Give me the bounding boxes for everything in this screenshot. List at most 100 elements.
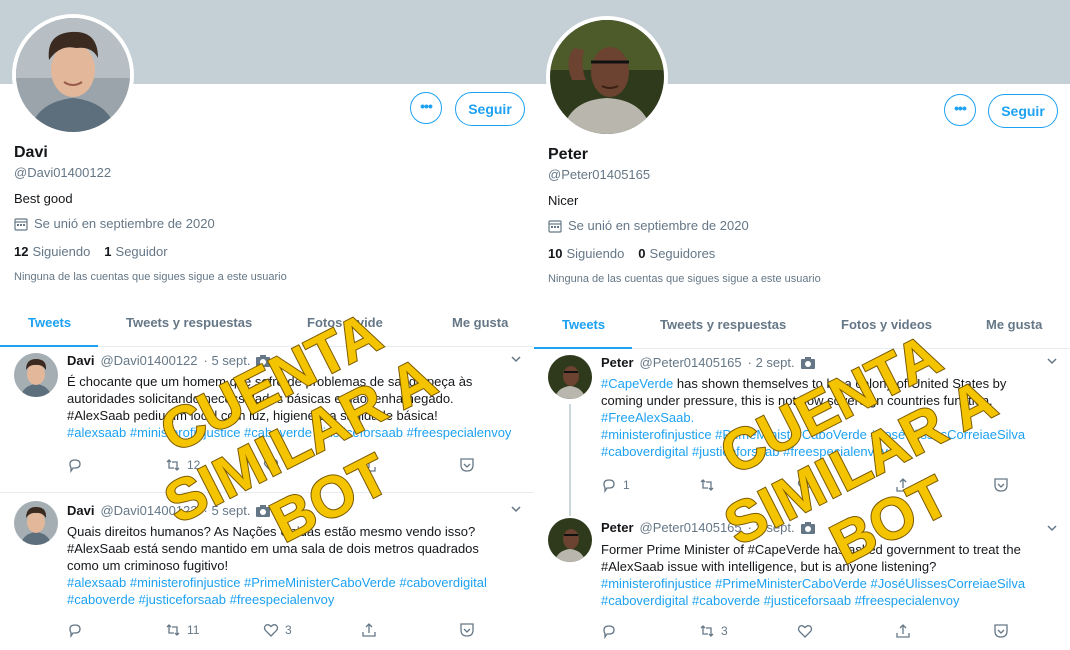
tweet-hashtags[interactable]: #caboverde #justiceforsaab #freespeciale… <box>67 591 527 608</box>
tweet-hashtags[interactable]: #alexsaab #ministerofinjustice #caboverd… <box>67 424 527 441</box>
reply-icon <box>69 459 81 473</box>
tweet[interactable]: Peter @Peter01405165 · 2 sept. Former Pr… <box>534 512 1070 650</box>
tab-tweets-and-replies[interactable]: Tweets y respuestas <box>660 302 786 348</box>
tab-likes[interactable]: Me gusta <box>452 300 508 346</box>
tweet-actions: 1 <box>601 477 1070 493</box>
tweet-hashtags[interactable]: #ministerofinjustice #PrimeMinisterCaboV… <box>601 426 1061 443</box>
tweet-hashtags[interactable]: #caboverdigital #justiceforsaab #freespe… <box>601 443 1061 460</box>
tweet-hashtags[interactable]: #FreeAlexSaab. <box>601 409 1061 426</box>
tweet-author-handle[interactable]: @Peter01405165 <box>640 520 742 535</box>
share-button[interactable] <box>895 623 993 639</box>
tweet-date[interactable]: · 5 sept. <box>204 503 251 518</box>
tweet-line: #CapeVerde has shown themselves to be a … <box>601 375 1061 392</box>
reply-button[interactable] <box>601 623 699 639</box>
retweet-button[interactable]: 3 <box>699 623 797 639</box>
tweet-hashtags[interactable]: #ministerofinjustice #PrimeMinisterCaboV… <box>601 575 1061 592</box>
profile-bio: Nicer <box>548 193 579 208</box>
camera-icon <box>256 504 271 517</box>
profile-tabs: Tweets Tweets y respuestas Fotos y vide … <box>0 300 534 347</box>
more-options-button[interactable]: ••• <box>944 94 976 126</box>
camera-icon <box>256 354 271 367</box>
retweet-button[interactable]: 11 <box>165 622 263 638</box>
tab-tweets-and-replies[interactable]: Tweets y respuestas <box>126 300 252 346</box>
tab-likes[interactable]: Me gusta <box>986 302 1042 348</box>
followers-stat[interactable]: 0 Seguidores <box>638 246 715 261</box>
profile-tabs: Tweets Tweets y respuestas Fotos y video… <box>534 302 1070 349</box>
tweet[interactable]: Peter @Peter01405165 · 2 sept. #CapeVerd… <box>534 349 1070 511</box>
share-button[interactable] <box>361 457 459 473</box>
tweet-author-handle[interactable]: @Peter01405165 <box>640 355 742 370</box>
follow-stats: 12 Siguiendo 1 Seguidor <box>14 244 168 259</box>
avatar[interactable] <box>546 16 668 138</box>
retweet-icon <box>166 459 180 471</box>
tweet-author-name[interactable]: Davi <box>67 503 94 518</box>
reply-button[interactable] <box>67 622 165 638</box>
hashtag[interactable]: #CapeVerde <box>601 376 673 391</box>
chevron-down-icon[interactable] <box>510 353 522 365</box>
share-button[interactable] <box>895 477 993 493</box>
tweet-line: autoridades solicitando necessidades bás… <box>67 391 454 406</box>
like-button[interactable] <box>797 477 895 493</box>
joined-date: Se unió en septiembre de 2020 <box>14 216 215 231</box>
tweet-author-handle[interactable]: @Davi01400122 <box>100 503 197 518</box>
tweet[interactable]: Davi @Davi01400122 · 5 sept. É chocante … <box>0 347 534 493</box>
follow-button[interactable]: Seguir <box>988 94 1058 128</box>
calendar-icon <box>14 217 28 231</box>
analytics-button[interactable] <box>993 477 1070 493</box>
tab-media[interactable]: Fotos y vide <box>307 300 383 346</box>
analytics-icon <box>994 478 1008 492</box>
tweet-date[interactable]: · 2 sept. <box>748 355 795 370</box>
tweet-date[interactable]: · 2 sept. <box>748 520 795 535</box>
camera-icon <box>800 356 815 369</box>
tweet-header: Davi @Davi01400122 · 5 sept. <box>67 503 271 518</box>
tweet-avatar[interactable] <box>14 353 58 397</box>
tweet-text: É chocante que um homem que sofre de pro… <box>67 373 527 441</box>
tweet-actions: 12 <box>67 457 534 473</box>
tweet-date[interactable]: · 5 sept. <box>204 353 251 368</box>
share-icon <box>896 624 910 638</box>
profile-panel-peter: ••• Seguir Peter @Peter01405165 Nicer Se… <box>534 0 1070 650</box>
analytics-button[interactable] <box>459 622 534 638</box>
followers-stat[interactable]: 1 Seguidor <box>104 244 167 259</box>
tweet-author-name[interactable]: Peter <box>601 520 634 535</box>
share-button[interactable] <box>361 622 459 638</box>
tweet-author-name[interactable]: Davi <box>67 353 94 368</box>
tweet-avatar[interactable] <box>548 355 592 399</box>
tweet-line: É chocante que um homem que sofre de pro… <box>67 374 473 389</box>
share-icon <box>362 623 376 637</box>
tweet-avatar[interactable] <box>548 518 592 562</box>
tweet-author-handle[interactable]: @Davi01400122 <box>100 353 197 368</box>
following-stat[interactable]: 10 Siguiendo <box>548 246 624 261</box>
retweet-button[interactable] <box>699 477 797 493</box>
tab-tweets[interactable]: Tweets <box>562 302 605 348</box>
avatar[interactable] <box>12 14 134 136</box>
tweet-avatar[interactable] <box>14 501 58 545</box>
tweet[interactable]: Davi @Davi01400122 · 5 sept. Quais direi… <box>0 493 534 650</box>
chevron-down-icon[interactable] <box>1046 355 1058 367</box>
like-button[interactable]: 3 <box>263 622 361 638</box>
more-options-button[interactable]: ••• <box>410 92 442 124</box>
tab-tweets[interactable]: Tweets <box>28 300 71 346</box>
like-icon <box>263 624 279 637</box>
tweet-actions: 11 3 <box>67 622 534 638</box>
tweet-hashtags[interactable]: #alexsaab #ministerofinjustice #PrimeMin… <box>67 574 527 591</box>
analytics-button[interactable] <box>459 457 534 473</box>
tweet-hashtags[interactable]: #caboverdigital #caboverde #justiceforsa… <box>601 592 1061 609</box>
profile-handle: @Davi01400122 <box>14 165 112 180</box>
like-button[interactable] <box>263 457 361 473</box>
analytics-button[interactable] <box>993 623 1070 639</box>
chevron-down-icon[interactable] <box>1046 522 1058 534</box>
retweet-button[interactable]: 12 <box>165 457 263 473</box>
chevron-down-icon[interactable] <box>510 503 522 515</box>
tweet-author-name[interactable]: Peter <box>601 355 634 370</box>
like-button[interactable] <box>797 623 895 639</box>
following-stat[interactable]: 12 Siguiendo <box>14 244 90 259</box>
tweet-header: Peter @Peter01405165 · 2 sept. <box>601 355 815 370</box>
follow-button[interactable]: Seguir <box>455 92 525 126</box>
reply-button[interactable] <box>67 457 165 473</box>
tab-media[interactable]: Fotos y videos <box>841 302 932 348</box>
share-icon <box>362 458 376 472</box>
analytics-icon <box>994 624 1008 638</box>
followers-you-know-notice: Ninguna de las cuentas que sigues sigue … <box>548 273 821 285</box>
reply-button[interactable]: 1 <box>601 477 699 493</box>
